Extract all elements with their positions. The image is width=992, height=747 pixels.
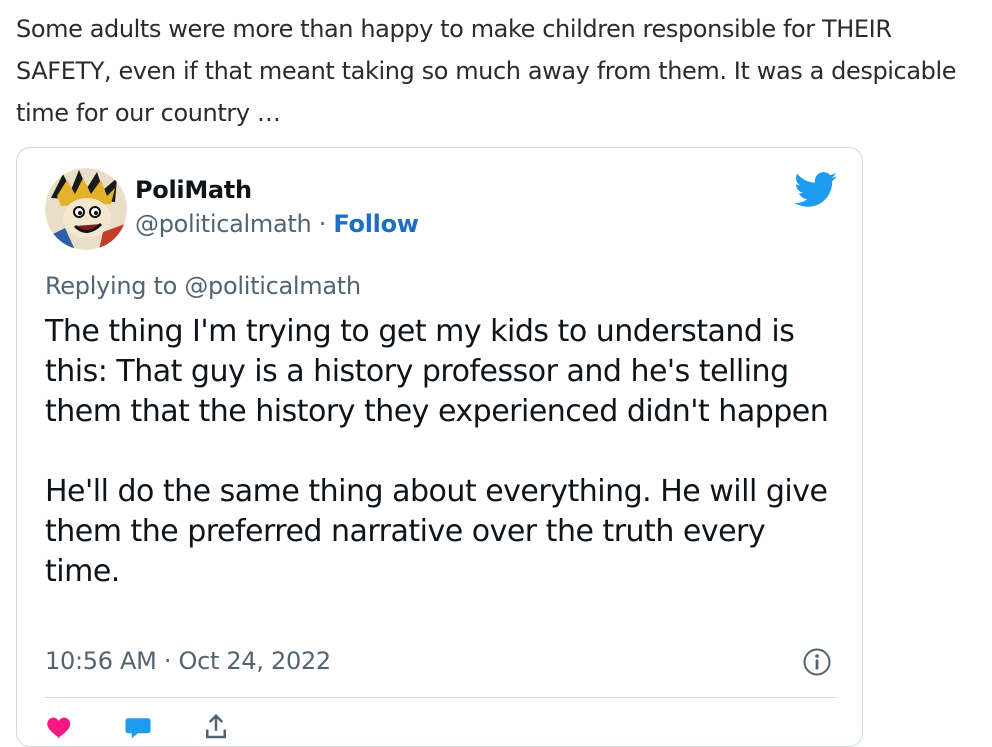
tweet-paragraph: He'll do the same thing about everything… bbox=[45, 474, 828, 589]
intro-text: Some adults were more than happy to make… bbox=[16, 15, 957, 127]
heart-icon bbox=[47, 717, 71, 739]
handle-row: @politicalmath · Follow bbox=[135, 210, 419, 238]
info-icon[interactable] bbox=[802, 647, 832, 677]
reply-button[interactable] bbox=[123, 712, 153, 742]
avatar-image bbox=[45, 168, 127, 250]
tweet-text: The thing I'm trying to get my kids to u… bbox=[45, 312, 835, 592]
like-button[interactable] bbox=[45, 712, 75, 742]
separator-dot: · bbox=[311, 210, 334, 238]
tweet-timestamp[interactable]: 10:56 AM · Oct 24, 2022 bbox=[45, 647, 331, 675]
follow-link[interactable]: Follow bbox=[333, 210, 419, 238]
tweet-actions bbox=[45, 712, 231, 742]
tweet-paragraph: The thing I'm trying to get my kids to u… bbox=[45, 314, 829, 429]
author-handle[interactable]: @politicalmath bbox=[135, 210, 312, 238]
divider bbox=[45, 697, 837, 698]
embedded-tweet-card[interactable]: PoliMath @politicalmath · Follow Replyin… bbox=[16, 147, 863, 747]
author-name[interactable]: PoliMath bbox=[135, 176, 252, 204]
reply-bubble-icon bbox=[125, 718, 151, 739]
twitter-bird-icon[interactable] bbox=[794, 172, 838, 208]
share-icon bbox=[206, 713, 226, 739]
share-button[interactable] bbox=[201, 712, 231, 742]
avatar[interactable] bbox=[45, 168, 127, 250]
replying-to[interactable]: Replying to @politicalmath bbox=[45, 272, 361, 300]
